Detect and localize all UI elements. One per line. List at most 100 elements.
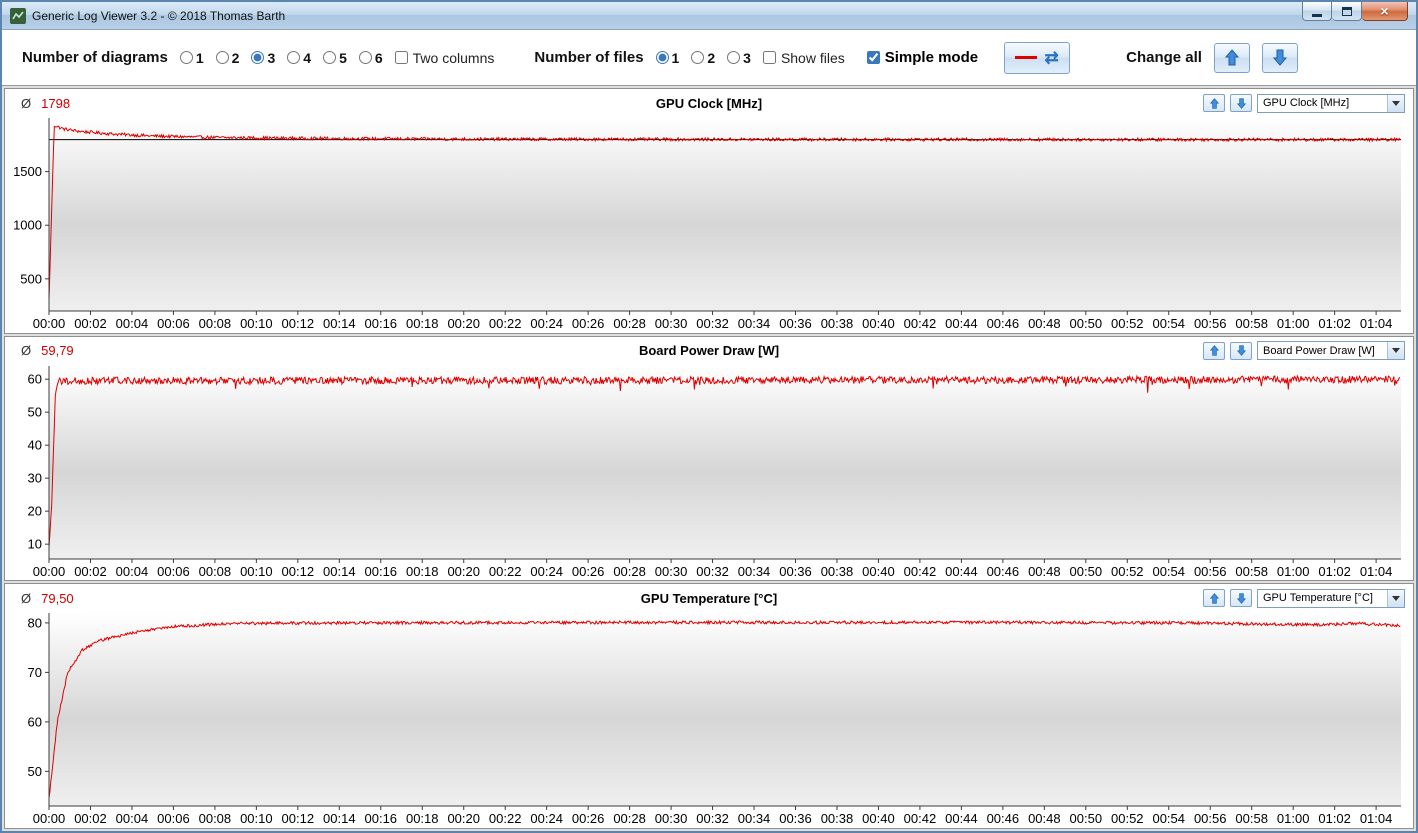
svg-text:00:34: 00:34 (738, 316, 771, 331)
svg-text:00:50: 00:50 (1070, 316, 1103, 331)
svg-text:00:46: 00:46 (987, 564, 1020, 579)
chart-header: Ø 1798 GPU Clock [MHz] GPU Clock [MHz] (5, 89, 1413, 114)
files-label: Number of files (534, 49, 644, 66)
svg-text:00:08: 00:08 (199, 811, 232, 826)
app-icon (10, 7, 26, 24)
svg-text:00:04: 00:04 (116, 564, 149, 579)
radio-diagrams-3[interactable] (251, 51, 265, 64)
radio-diagrams-4[interactable] (287, 51, 301, 64)
two-columns-label: Two columns (412, 49, 495, 66)
svg-text:00:42: 00:42 (904, 316, 937, 331)
radio-diagrams-1[interactable] (179, 51, 193, 64)
average-value: 59,79 (41, 343, 74, 359)
change-all-up-button[interactable] (1213, 42, 1250, 73)
svg-text:00:18: 00:18 (406, 811, 439, 826)
svg-text:00:00: 00:00 (33, 316, 66, 331)
svg-text:00:26: 00:26 (572, 316, 605, 331)
chart-panel-gpu-clock: Ø 1798 GPU Clock [MHz] GPU Clock [MHz] 5… (4, 88, 1414, 334)
svg-text:00:32: 00:32 (696, 564, 729, 579)
combobox-dropdown-button[interactable] (1387, 342, 1404, 360)
svg-text:00:06: 00:06 (157, 811, 190, 826)
svg-text:00:02: 00:02 (74, 564, 107, 579)
chart-controls: Board Power Draw [W] (1203, 341, 1405, 361)
radio-diagrams-5[interactable] (323, 51, 337, 64)
measurement-combobox-value: GPU Temperature [°C] (1263, 592, 1373, 605)
panel-down-button[interactable] (1230, 94, 1252, 112)
chart-panel-board-power: Ø 59,79 Board Power Draw [W] Board Power… (4, 335, 1414, 582)
measurement-combobox-value: GPU Clock [MHz] (1263, 97, 1350, 109)
charts-area: Ø 1798 GPU Clock [MHz] GPU Clock [MHz] 5… (2, 86, 1416, 831)
panel-down-button[interactable] (1230, 589, 1252, 608)
svg-text:00:56: 00:56 (1194, 564, 1227, 579)
simple-mode-label: Simple mode (884, 49, 979, 66)
svg-text:00:30: 00:30 (655, 564, 688, 579)
svg-text:00:44: 00:44 (945, 811, 978, 826)
svg-text:00:40: 00:40 (862, 564, 895, 579)
chart-plot: 50 60 70 80 00:00 00:02 00:04 00:06 00:08 00:10 00… (5, 609, 1413, 828)
measurement-combobox[interactable]: GPU Clock [MHz] (1257, 93, 1405, 113)
minimize-button[interactable] (1302, 2, 1332, 21)
measurement-combobox[interactable]: GPU Temperature [°C] (1257, 588, 1405, 608)
svg-text:00:20: 00:20 (447, 811, 480, 826)
radio-diagrams-2[interactable] (215, 51, 229, 64)
chart-controls: GPU Clock [MHz] (1203, 93, 1405, 113)
svg-text:00:50: 00:50 (1070, 811, 1103, 826)
arrow-down-icon (1272, 49, 1287, 66)
svg-text:00:10: 00:10 (240, 316, 273, 331)
chart-title: Board Power Draw [W] (638, 343, 780, 359)
close-button[interactable]: × (1362, 2, 1408, 21)
svg-text:500: 500 (20, 271, 42, 286)
measurement-combobox[interactable]: Board Power Draw [W] (1257, 341, 1405, 361)
arrow-up-icon (1209, 593, 1219, 604)
svg-text:00:16: 00:16 (365, 316, 398, 331)
svg-text:00:16: 00:16 (365, 564, 398, 579)
close-icon: × (1380, 3, 1389, 19)
radio-diagrams-6[interactable] (358, 51, 372, 64)
svg-text:00:56: 00:56 (1194, 316, 1227, 331)
chevron-down-icon (1392, 595, 1400, 601)
svg-text:00:00: 00:00 (33, 811, 66, 826)
svg-text:00:26: 00:26 (572, 811, 605, 826)
svg-text:01:02: 01:02 (1318, 811, 1351, 826)
radio-files-3[interactable] (727, 51, 741, 64)
app-window: Generic Log Viewer 3.2 - © 2018 Thomas B… (0, 0, 1418, 833)
svg-text:00:24: 00:24 (530, 564, 563, 579)
combobox-dropdown-button[interactable] (1387, 589, 1404, 607)
files-radio-group: 1 2 3 (655, 49, 763, 66)
caption-buttons: × (1302, 2, 1408, 21)
panel-down-button[interactable] (1230, 341, 1252, 360)
two-columns-checkbox[interactable] (394, 51, 408, 64)
svg-text:00:14: 00:14 (323, 316, 356, 331)
arrow-up-icon (1224, 49, 1239, 66)
svg-text:00:52: 00:52 (1111, 316, 1144, 331)
svg-text:00:06: 00:06 (157, 564, 190, 579)
change-all-down-button[interactable] (1261, 42, 1298, 73)
simple-mode-checkbox[interactable] (866, 51, 880, 64)
combobox-dropdown-button[interactable] (1387, 94, 1404, 112)
line-color-refresh-button[interactable]: ⇄ (1004, 41, 1071, 74)
svg-text:01:00: 01:00 (1277, 811, 1310, 826)
radio-files-3-label: 3 (743, 49, 751, 66)
average-readout: Ø 79,50 (21, 591, 74, 606)
chart-header: Ø 79,50 GPU Temperature [°C] GPU Tempera… (5, 584, 1413, 609)
svg-text:00:40: 00:40 (862, 316, 895, 331)
svg-text:00:08: 00:08 (199, 316, 232, 331)
radio-files-2[interactable] (691, 51, 705, 64)
panel-up-button[interactable] (1203, 341, 1225, 360)
chart-title: GPU Clock [MHz] (655, 95, 763, 111)
svg-text:01:02: 01:02 (1318, 316, 1351, 331)
show-files-checkbox[interactable] (762, 51, 776, 64)
average-readout: Ø 59,79 (21, 343, 74, 358)
svg-text:1500: 1500 (13, 164, 42, 179)
radio-files-1[interactable] (655, 51, 669, 64)
svg-text:00:36: 00:36 (779, 316, 812, 331)
svg-text:00:18: 00:18 (406, 564, 439, 579)
panel-up-button[interactable] (1203, 94, 1225, 112)
svg-text:00:32: 00:32 (696, 316, 729, 331)
svg-text:00:12: 00:12 (282, 316, 315, 331)
panel-up-button[interactable] (1203, 589, 1225, 608)
maximize-button[interactable] (1332, 2, 1362, 21)
average-value: 1798 (41, 95, 71, 111)
svg-text:00:56: 00:56 (1194, 811, 1227, 826)
show-files-label: Show files (780, 49, 845, 66)
